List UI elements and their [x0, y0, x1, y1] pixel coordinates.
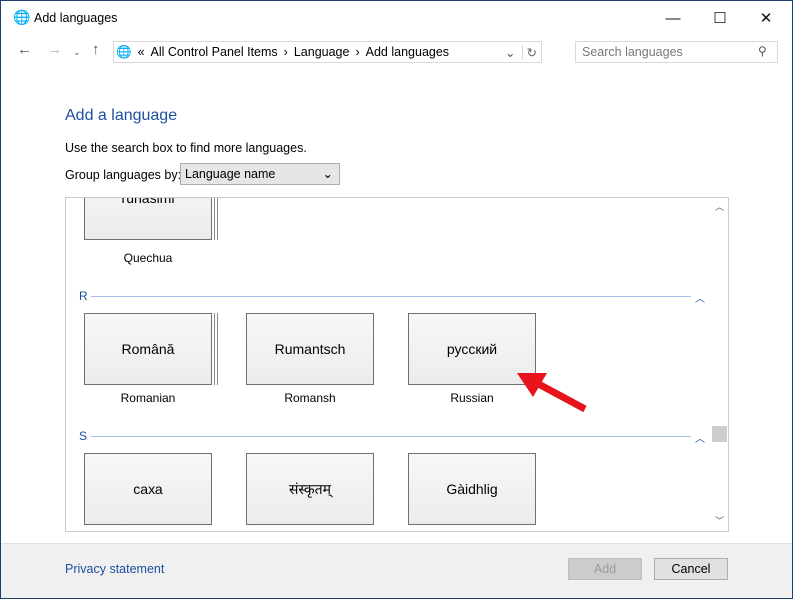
add-languages-window: 🌐 Add languages — ☐ ✕ ← → ⌄ ↑ 🌐 « All Co… — [1, 1, 792, 598]
language-globe-icon: 🌐 — [116, 44, 132, 59]
scroll-down-icon[interactable]: ﹀ — [715, 514, 724, 527]
close-button[interactable]: ✕ — [743, 5, 789, 33]
section-header-r: R — [79, 289, 88, 303]
address-bar[interactable]: 🌐 « All Control Panel Items › Language ›… — [113, 41, 542, 63]
tile-native-name: Gàidhlig — [446, 481, 498, 497]
add-button[interactable]: Add — [568, 558, 642, 580]
tile-language-name: Romanian — [120, 391, 176, 405]
privacy-statement-link[interactable]: Privacy statement — [65, 562, 164, 576]
language-tile-scottish-gaelic[interactable]: Gàidhlig — [408, 453, 536, 525]
tile-native-name: Rumantsch — [274, 341, 346, 357]
scroll-up-icon[interactable]: ︿ — [715, 200, 724, 213]
language-tile-sakha[interactable]: саха — [84, 453, 212, 525]
language-tile-romanian[interactable]: Română — [84, 313, 212, 385]
search-icon[interactable]: ⚲ — [758, 44, 767, 58]
address-dropdown-icon[interactable]: ⌄ — [505, 45, 515, 60]
page-title: Add a language — [65, 107, 178, 124]
group-by-select[interactable]: Language name ⌄ — [180, 163, 340, 185]
recent-chevron-icon[interactable]: ⌄ — [73, 47, 81, 58]
scrollbar-thumb[interactable] — [712, 426, 727, 442]
back-arrow-icon[interactable]: ← — [17, 41, 32, 58]
tile-native-name: runasimi — [121, 197, 175, 206]
search-input[interactable]: Search languages — [575, 41, 778, 63]
window-title: Add languages — [34, 11, 118, 25]
language-tile-sanskrit[interactable]: संस्कृतम् — [246, 453, 374, 525]
tile-native-name: Română — [121, 341, 175, 357]
section-divider — [91, 436, 691, 437]
tile-native-name: саха — [133, 481, 163, 497]
vertical-scrollbar[interactable]: ︿ ﹀ — [711, 198, 728, 531]
language-list: runasimi Quechua R ︿ Română Romanian Rum… — [65, 197, 729, 532]
cancel-button[interactable]: Cancel — [654, 558, 728, 580]
tile-language-name: Quechua — [123, 251, 173, 265]
forward-arrow-icon[interactable]: → — [47, 41, 62, 58]
chevron-down-icon: ⌄ — [322, 167, 333, 181]
breadcrumb-language[interactable]: Language — [294, 45, 350, 59]
hint-text: Use the search box to find more language… — [65, 141, 307, 155]
language-tile-quechua[interactable]: runasimi — [84, 197, 212, 240]
up-arrow-icon[interactable]: ↑ — [92, 41, 100, 58]
group-label: Group languages by: — [65, 168, 182, 182]
tile-native-name: संस्कृतम् — [288, 480, 331, 497]
tile-native-name: русский — [446, 341, 498, 357]
section-divider — [91, 296, 691, 297]
breadcrumb-control-panel[interactable]: All Control Panel Items — [151, 45, 278, 59]
section-header-s: S — [79, 429, 88, 443]
tile-language-name: Romansh — [284, 391, 336, 405]
refresh-icon[interactable]: ↻ — [521, 44, 541, 60]
maximize-button[interactable]: ☐ — [697, 5, 743, 33]
minimize-button[interactable]: — — [650, 5, 696, 33]
annotation-arrow-icon — [517, 373, 587, 413]
collapse-chevron-icon[interactable]: ︿ — [695, 430, 705, 445]
collapse-chevron-icon[interactable]: ︿ — [695, 290, 705, 305]
language-globe-icon: 🌐 — [13, 9, 31, 25]
breadcrumb-separator[interactable]: › — [284, 45, 288, 59]
group-by-value: Language name — [185, 167, 276, 181]
language-tile-romansh[interactable]: Rumantsch — [246, 313, 374, 385]
breadcrumb-separator[interactable]: › — [355, 45, 359, 59]
breadcrumb-add-languages[interactable]: Add languages — [366, 45, 449, 59]
overflow-chevron[interactable]: « — [138, 45, 145, 59]
